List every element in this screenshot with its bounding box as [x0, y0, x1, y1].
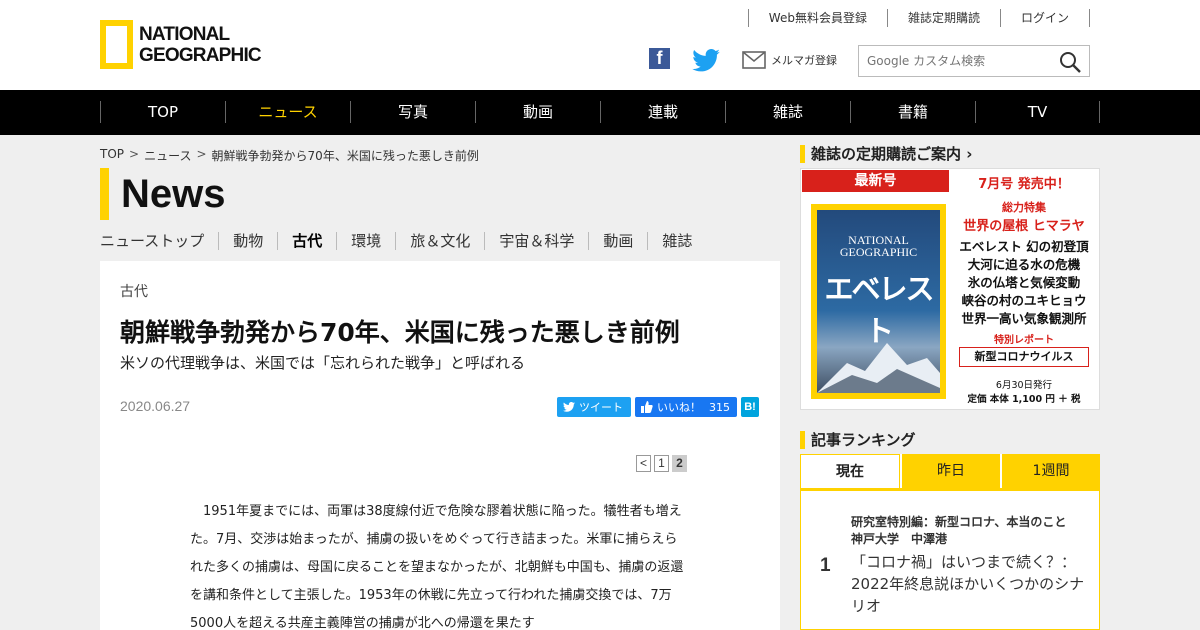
- feature-item: 峡谷の村のユキヒョウ: [961, 293, 1087, 308]
- facebook-icon[interactable]: f: [649, 48, 670, 69]
- subscription-heading[interactable]: 雑誌の定期購読ご案内 ›: [800, 145, 972, 163]
- price: 定価 本体 1,100 円 ＋ 税: [967, 394, 1081, 405]
- article-paragraph: 1951年夏までには、両軍は38度線付近で危険な膠着状態に陥った。犠牲者も増えた…: [190, 504, 684, 630]
- nav-tv[interactable]: TV: [975, 101, 1100, 123]
- natgeo-logo[interactable]: NATIONAL GEOGRAPHIC: [100, 20, 262, 69]
- ranking-heading: 記事ランキング: [800, 431, 916, 449]
- search-icon[interactable]: [1059, 51, 1081, 73]
- chevron-right-icon: >: [129, 147, 140, 161]
- like-button[interactable]: いいね！ 315: [635, 397, 737, 417]
- hatena-bookmark-button[interactable]: B!: [741, 397, 759, 417]
- nav-top[interactable]: TOP: [100, 101, 225, 123]
- subnav-space-science[interactable]: 宇宙＆科学: [484, 232, 588, 250]
- magazine-promo[interactable]: 最新号 NATIONAL GEOGRAPHIC エベレスト 7月号 発売中！ 総…: [800, 168, 1100, 410]
- magazine-details: 7月号 発売中！ 総力特集 世界の屋根 ヒマラヤ エベレスト 幻の初登頂 大河に…: [951, 173, 1097, 405]
- feature-item: 世界一高い気象観測所: [961, 311, 1087, 326]
- feature-title: 世界の屋根 ヒマラヤ: [963, 219, 1085, 234]
- logo-line-2: GEOGRAPHIC: [139, 44, 262, 66]
- chevron-right-icon: >: [196, 147, 207, 161]
- special-report-label: 特別レポート: [994, 335, 1054, 346]
- rank-title: 「コロナ禍」はいつまで続く？：2022年終息説ほかいくつかのシナリオ: [851, 553, 1085, 615]
- rank-overline: 研究室特別編：新型コロナ、本当のこと 神戸大学 中澤港: [851, 515, 1079, 546]
- subnav-news-top[interactable]: ニューストップ: [100, 232, 218, 250]
- article-pager: < 1 2: [636, 455, 690, 472]
- release-date: 6月30日発行: [995, 380, 1053, 391]
- feature-item: 氷の仏塔と気候変動: [967, 275, 1081, 290]
- article-card: 古代 朝鮮戦争勃発から70年、米国に残った悪しき前例 米ソの代理戦争は、米国では…: [100, 261, 780, 630]
- tab-ranking-week[interactable]: 1週間: [1000, 454, 1100, 488]
- thumbs-up-icon: [641, 401, 653, 413]
- magazine-cover: NATIONAL GEOGRAPHIC エベレスト: [811, 204, 946, 399]
- nav-magazine[interactable]: 雑誌: [725, 101, 850, 123]
- twitter-bird-icon: [563, 402, 575, 412]
- article-date: 2020.06.27: [120, 398, 191, 414]
- on-sale-label: 7月号 発売中！: [978, 177, 1070, 192]
- subnav-environment[interactable]: 環境: [336, 232, 395, 250]
- cover-logo-line-2: GEOGRAPHIC: [839, 245, 918, 259]
- chevron-right-icon: ›: [966, 145, 973, 163]
- ranking-tabs: 現在 昨日 1週間: [800, 454, 1100, 488]
- newsletter-link[interactable]: メルマガ登録: [742, 48, 837, 72]
- tweet-label: ツイート: [579, 401, 623, 414]
- nav-photo[interactable]: 写真: [350, 101, 475, 123]
- pager-prev[interactable]: <: [636, 455, 651, 472]
- news-subnav: ニューストップ 動物 古代 環境 旅＆文化 宇宙＆科学 動画 雑誌: [100, 232, 706, 250]
- subnav-magazine[interactable]: 雑誌: [647, 232, 706, 250]
- section-title: News: [100, 168, 226, 220]
- article-headline: 朝鮮戦争勃発から70年、米国に残った悪しき前例: [120, 318, 680, 347]
- search-input[interactable]: [859, 46, 1049, 76]
- breadcrumb-top[interactable]: TOP: [100, 147, 124, 164]
- link-login[interactable]: ログイン: [999, 9, 1090, 27]
- subnav-video[interactable]: 動画: [588, 232, 647, 250]
- mail-icon: [742, 51, 766, 69]
- nav-video[interactable]: 動画: [475, 101, 600, 123]
- latest-issue-label: 最新号: [802, 170, 949, 192]
- tab-ranking-yesterday[interactable]: 昨日: [900, 454, 1000, 488]
- subnav-travel-culture[interactable]: 旅＆文化: [395, 232, 484, 250]
- link-magazine-subscription[interactable]: 雑誌定期購読: [886, 9, 1000, 27]
- newsletter-label: メルマガ登録: [771, 54, 837, 67]
- twitter-icon[interactable]: [692, 48, 720, 72]
- breadcrumb: TOP > ニュース > 朝鮮戦争勃発から70年、米国に残った悪しき前例: [100, 147, 479, 164]
- tab-ranking-now[interactable]: 現在: [800, 454, 900, 488]
- like-count: 315: [709, 400, 730, 414]
- feature-list: エベレスト 幻の初登頂 大河に迫る水の危機 氷の仏塔と気候変動 峡谷の村のユキヒ…: [951, 238, 1097, 328]
- search-box: [858, 45, 1090, 77]
- tweet-button[interactable]: ツイート: [557, 397, 631, 417]
- main-nav: TOP ニュース 写真 動画 連載 雑誌 書籍 TV: [0, 90, 1200, 135]
- like-label: いいね！: [657, 401, 701, 414]
- feature-item: 大河に迫る水の危機: [967, 257, 1081, 272]
- logo-yellow-frame-icon: [100, 20, 133, 69]
- ranking-list: 1 研究室特別編：新型コロナ、本当のこと 神戸大学 中澤港 「コロナ禍」はいつま…: [800, 488, 1100, 630]
- pager-page-2: 2: [672, 455, 687, 472]
- breadcrumb-news[interactable]: ニュース: [144, 147, 191, 164]
- link-web-register[interactable]: Web無料会員登録: [747, 9, 887, 27]
- article-category[interactable]: 古代: [120, 281, 148, 301]
- logo-line-1: NATIONAL: [139, 23, 230, 45]
- nav-books[interactable]: 書籍: [850, 101, 975, 123]
- breadcrumb-current: 朝鮮戦争勃発から70年、米国に残った悪しき前例: [211, 149, 479, 163]
- mountain-icon: [817, 343, 940, 393]
- subnav-animals[interactable]: 動物: [218, 232, 277, 250]
- feature-item: エベレスト 幻の初登頂: [959, 239, 1089, 254]
- pager-page-1[interactable]: 1: [654, 455, 669, 472]
- top-links: Web無料会員登録 雑誌定期購読 ログイン: [747, 9, 1090, 27]
- feature-label: 総力特集: [1002, 201, 1046, 214]
- site-header: NATIONAL GEOGRAPHIC Web無料会員登録 雑誌定期購読 ログイ…: [0, 0, 1200, 90]
- subnav-ancient[interactable]: 古代: [277, 232, 336, 250]
- article-subhead: 米ソの代理戦争は、米国では「忘れられた戦争」と呼ばれる: [120, 354, 526, 372]
- nav-series[interactable]: 連載: [600, 101, 725, 123]
- subscription-heading-label: 雑誌の定期購読ご案内: [811, 145, 962, 163]
- special-report-title: 新型コロナウイルス: [959, 347, 1089, 367]
- rank-number: 1: [820, 555, 831, 576]
- article-body: 1951年夏までには、両軍は38度線付近で危険な膠着状態に陥った。犠牲者も増えた…: [190, 498, 690, 630]
- nav-news[interactable]: ニュース: [225, 101, 350, 123]
